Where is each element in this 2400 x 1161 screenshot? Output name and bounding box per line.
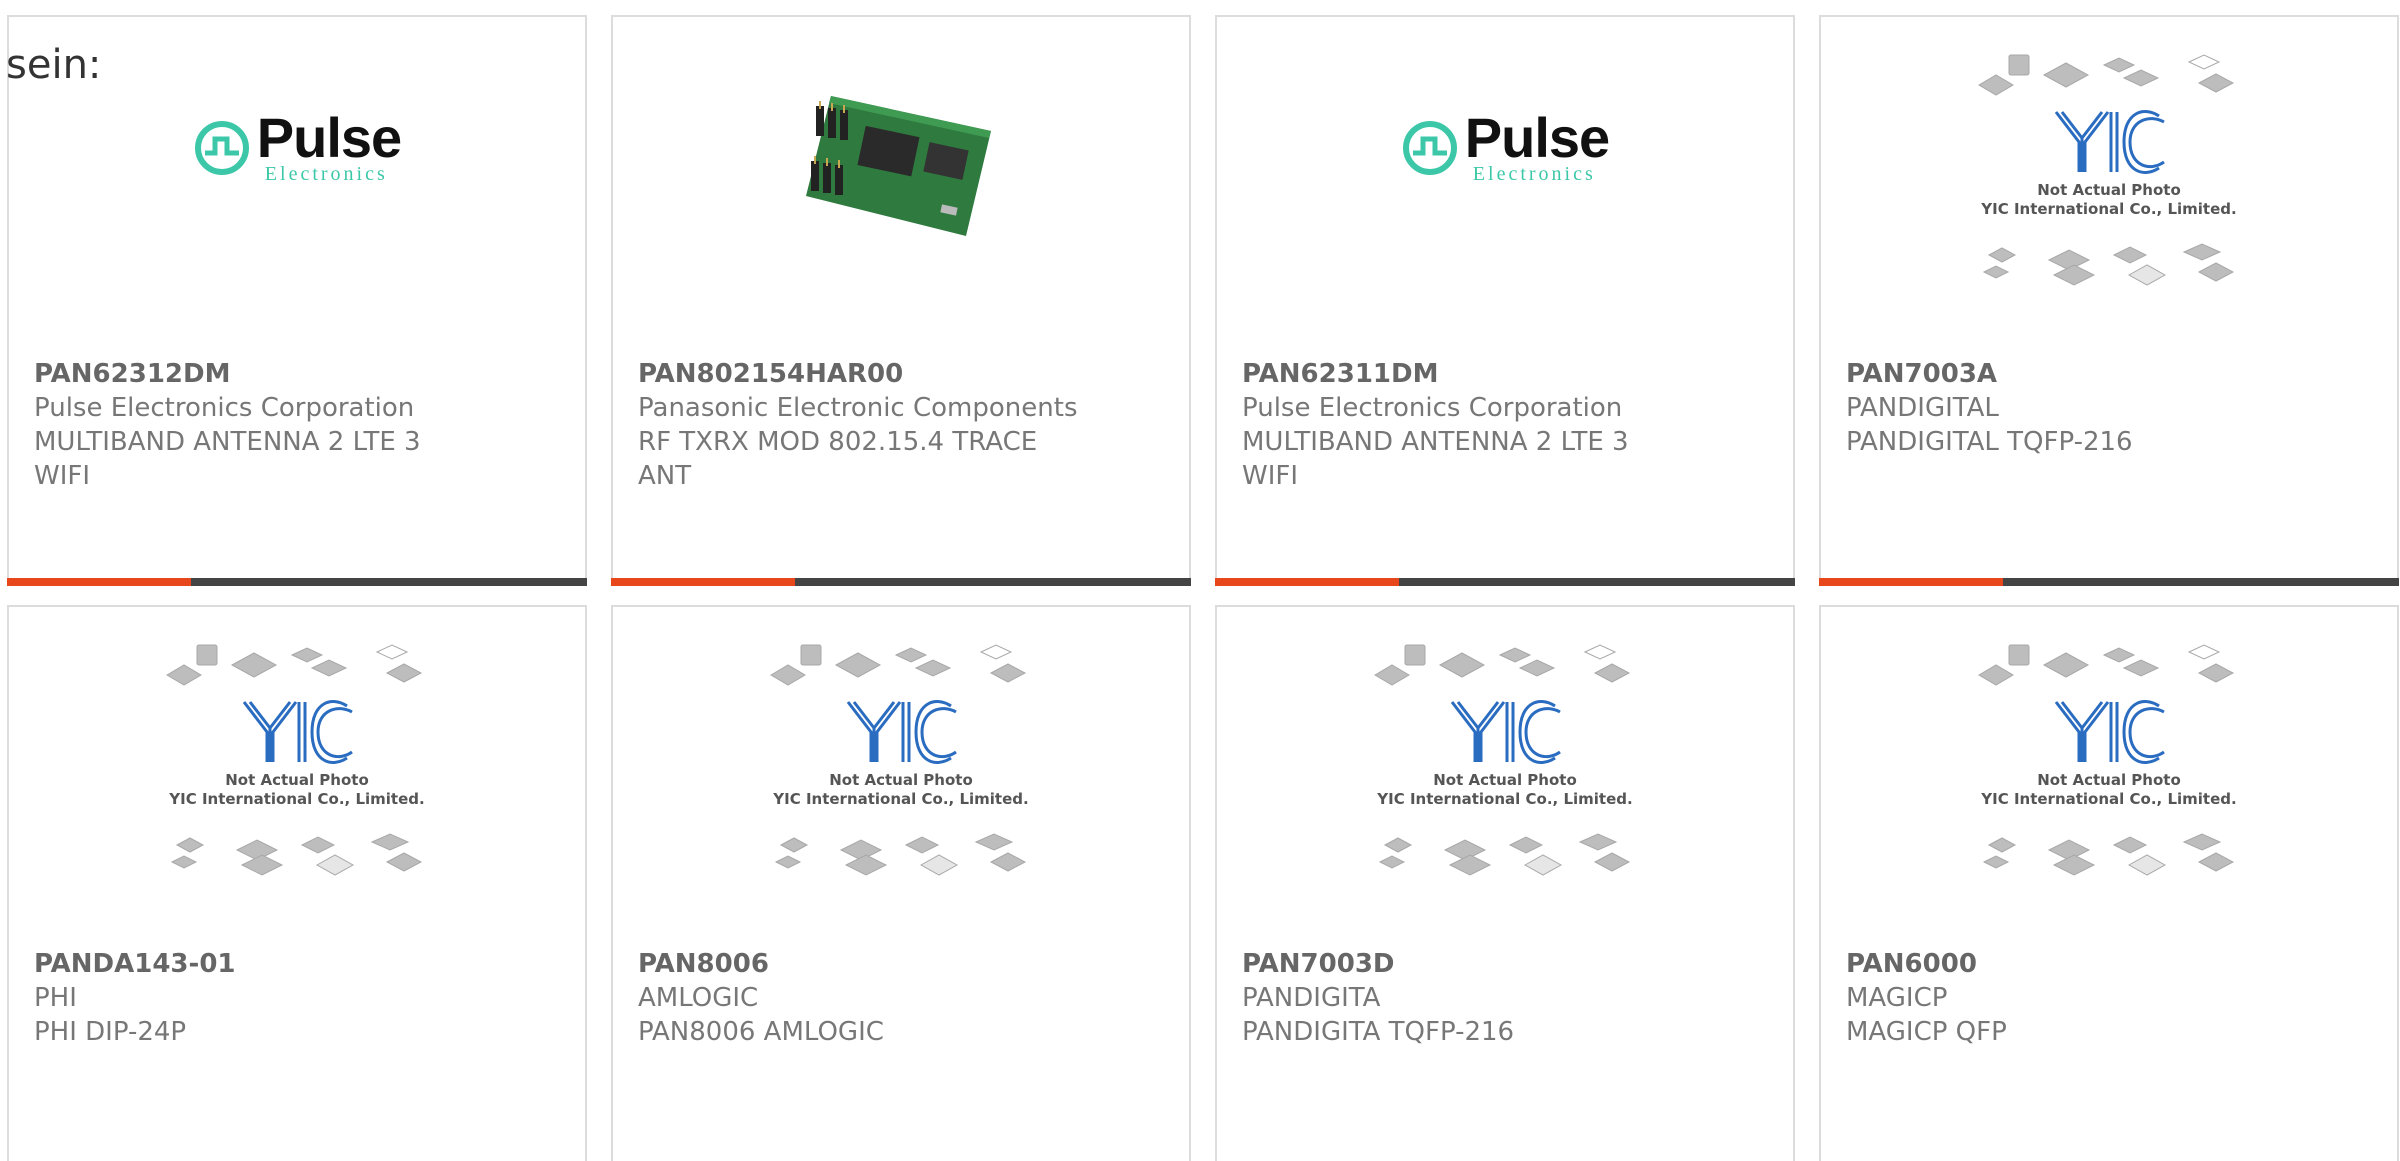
product-image[interactable]: Not Actual Photo YIC International Co., … [1821,643,2397,937]
yic-caption-line2: YIC International Co., Limited. [1376,790,1632,808]
product-grid-page: sein: Pulse Electronics PAN62312DM Pulse… [0,0,2400,1161]
manufacturer: Pulse Electronics Corporation [34,393,415,423]
part-number[interactable]: PAN6000 [1846,947,2286,981]
yic-caption-line2: YIC International Co., Limited. [1980,200,2236,218]
yic-placeholder-graphic: Not Actual Photo YIC International Co., … [1374,643,1633,876]
part-number[interactable]: PAN62312DM [34,357,474,391]
manufacturer: MAGICP [1846,983,1948,1013]
yic-placeholder-graphic: Not Actual Photo YIC International Co., … [770,643,1029,876]
yic-placeholder-image: Not Actual Photo YIC International Co., … [1974,640,2244,885]
yic-placeholder-image: Not Actual Photo YIC International Co., … [162,640,432,885]
rf-module-photo [806,96,991,236]
pulse-logo-sub: Electronics [264,163,388,185]
product-image[interactable]: Not Actual Photo YIC International Co., … [1821,53,2397,347]
card-accent-bar [1819,578,2399,586]
pulse-electronics-logo: Pulse Electronics [193,106,402,185]
description-cont: ANT [638,461,692,491]
product-info: PANDA143-01 PHI PHI DIP-24P [34,947,474,1049]
yic-placeholder-graphic: Not Actual Photo YIC International Co., … [1978,53,2237,286]
yic-caption-line1: Not Actual Photo [2037,181,2181,199]
yic-caption-line2: YIC International Co., Limited. [168,790,424,808]
product-image[interactable]: Pulse Electronics [9,57,585,347]
description-cont: WIFI [1242,461,1298,491]
product-card[interactable]: Not Actual Photo YIC International Co., … [611,605,1191,1161]
product-info: PAN8006 AMLOGIC PAN8006 AMLOGIC [638,947,1078,1049]
card-accent-bar [611,578,1191,586]
product-card[interactable]: Pulse Electronics PAN62311DM Pulse Elect… [1215,15,1795,586]
description-cont: WIFI [34,461,90,491]
yic-placeholder-image: Not Actual Photo YIC International Co., … [1974,50,2244,295]
yic-caption-line2: YIC International Co., Limited. [772,790,1028,808]
manufacturer: PANDIGITA [1242,983,1381,1013]
description: PANDIGITAL TQFP-216 [1846,427,2133,457]
part-number[interactable]: PAN8006 [638,947,1078,981]
pulse-electronics-logo: Pulse Electronics [1401,106,1610,185]
product-info: PAN7003A PANDIGITAL PANDIGITAL TQFP-216 [1846,357,2286,459]
description: RF TXRX MOD 802.15.4 TRACE [638,427,1038,457]
description: PHI DIP-24P [34,1017,187,1047]
product-card[interactable]: Not Actual Photo YIC International Co., … [1819,605,2399,1161]
card-accent-bar [1215,578,1795,586]
part-number[interactable]: PAN7003A [1846,357,2286,391]
description: MULTIBAND ANTENNA 2 LTE 3 [1242,427,1629,457]
product-info: PAN62311DM Pulse Electronics Corporation… [1242,357,1682,493]
pulse-logo-word: Pulse [1464,106,1610,169]
yic-caption-line1: Not Actual Photo [225,771,369,789]
yic-caption-line1: Not Actual Photo [1433,771,1577,789]
manufacturer: AMLOGIC [638,983,759,1013]
product-card[interactable]: Not Actual Photo YIC International Co., … [1215,605,1795,1161]
product-info: PAN6000 MAGICP MAGICP QFP [1846,947,2286,1049]
manufacturer: PHI [34,983,77,1013]
manufacturer: Panasonic Electronic Components [638,393,1078,423]
part-number[interactable]: PAN802154HAR00 [638,357,1078,391]
yic-caption-line2: YIC International Co., Limited. [1980,790,2236,808]
card-accent-bar [7,578,587,586]
yic-placeholder-graphic: Not Actual Photo YIC International Co., … [166,643,425,876]
pulse-logo-word: Pulse [256,106,402,169]
part-number[interactable]: PAN62311DM [1242,357,1682,391]
product-card[interactable]: Not Actual Photo YIC International Co., … [1819,15,2399,586]
product-image[interactable] [613,57,1189,347]
yic-caption-line1: Not Actual Photo [2037,771,2181,789]
product-info: PAN62312DM Pulse Electronics Corporation… [34,357,474,493]
product-image[interactable]: Not Actual Photo YIC International Co., … [1217,643,1793,937]
part-number[interactable]: PANDA143-01 [34,947,474,981]
product-info: PAN7003D PANDIGITA PANDIGITA TQFP-216 [1242,947,1682,1049]
pulse-logo-icon [1402,121,1457,175]
manufacturer: PANDIGITAL [1846,393,1999,423]
pulse-logo-icon [194,121,249,175]
manufacturer: Pulse Electronics Corporation [1242,393,1623,423]
yic-placeholder-image: Not Actual Photo YIC International Co., … [766,640,1036,885]
product-card[interactable]: Not Actual Photo YIC International Co., … [7,605,587,1161]
pulse-logo-sub: Electronics [1472,163,1596,185]
product-image[interactable]: Pulse Electronics [1217,57,1793,347]
product-info: PAN802154HAR00 Panasonic Electronic Comp… [638,357,1078,493]
product-image[interactable]: Not Actual Photo YIC International Co., … [613,643,1189,937]
description: MULTIBAND ANTENNA 2 LTE 3 [34,427,421,457]
description: PANDIGITA TQFP-216 [1242,1017,1515,1047]
yic-caption-line1: Not Actual Photo [829,771,973,789]
product-image[interactable]: Not Actual Photo YIC International Co., … [9,643,585,937]
description: MAGICP QFP [1846,1017,2007,1047]
product-card[interactable]: Pulse Electronics PAN62312DM Pulse Elect… [7,15,587,586]
part-number[interactable]: PAN7003D [1242,947,1682,981]
description: PAN8006 AMLOGIC [638,1017,884,1047]
yic-placeholder-image: Not Actual Photo YIC International Co., … [1370,640,1640,885]
yic-placeholder-graphic: Not Actual Photo YIC International Co., … [1978,643,2237,876]
intro-text: sein: [6,42,102,88]
product-card[interactable]: PAN802154HAR00 Panasonic Electronic Comp… [611,15,1191,586]
